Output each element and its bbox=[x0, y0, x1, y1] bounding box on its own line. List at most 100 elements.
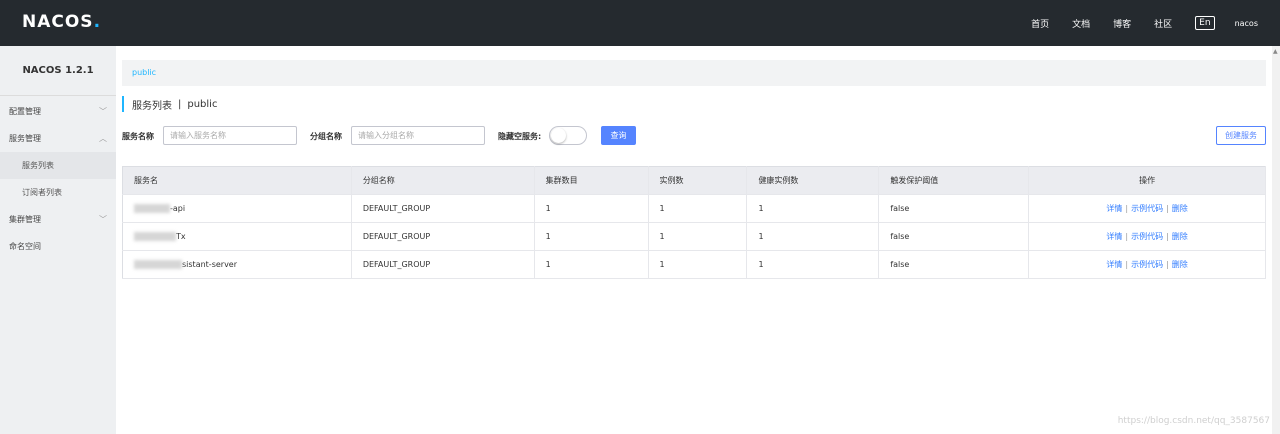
sidebar-item-subscribers[interactable]: 订阅者列表 bbox=[0, 179, 116, 206]
watermark: https://blog.csdn.net/qq_3587567 bbox=[1117, 416, 1270, 426]
cell-clusters: 1 bbox=[534, 222, 649, 251]
col-instance-count: 实例数 bbox=[648, 166, 748, 195]
col-service-name: 服务名 bbox=[122, 166, 352, 195]
group-name-label: 分组名称 bbox=[310, 132, 342, 141]
redacted-text bbox=[134, 204, 170, 213]
chevron-down-icon: ﹀ bbox=[99, 107, 107, 116]
service-name-text: -api bbox=[170, 204, 186, 213]
detail-link[interactable]: 详情 bbox=[1106, 204, 1122, 213]
sidebar-item-namespace[interactable]: 命名空间 bbox=[0, 233, 116, 260]
sidebar-item-cluster[interactable]: 集群管理 ﹀ bbox=[0, 206, 116, 233]
cell-threshold: false bbox=[878, 194, 1030, 223]
delete-link[interactable]: 删除 bbox=[1172, 260, 1188, 269]
cell-healthy: 1 bbox=[746, 250, 880, 279]
cell-service-name: Tx bbox=[122, 222, 352, 251]
sidebar: NACOS 1.2.1 配置管理 ﹀ 服务管理 ︿ 服务列表 订阅者列表 集群管… bbox=[0, 46, 116, 434]
action-sep: | bbox=[1125, 204, 1129, 213]
table-row: Tx DEFAULT_GROUP 1 1 1 false 详情 | 示例代码 | 删除 bbox=[122, 222, 1266, 251]
col-group-name: 分组名称 bbox=[351, 166, 535, 195]
filter-bar: 服务名称 分组名称 隐藏空服务: 查询 创建服务 bbox=[122, 126, 1266, 146]
cell-instances: 1 bbox=[648, 250, 748, 279]
page-title-namespace: public bbox=[187, 98, 218, 110]
delete-link[interactable]: 删除 bbox=[1172, 232, 1188, 241]
sidebar-item-config[interactable]: 配置管理 ﹀ bbox=[0, 98, 116, 125]
cell-group: DEFAULT_GROUP bbox=[351, 222, 535, 251]
col-threshold: 触发保护阈值 bbox=[878, 166, 1030, 195]
nav-community[interactable]: 社区 bbox=[1154, 17, 1172, 30]
page-title-text: 服务列表 bbox=[132, 100, 172, 112]
cell-service-name: -api bbox=[122, 194, 352, 223]
cell-instances: 1 bbox=[648, 194, 748, 223]
group-name-input[interactable] bbox=[351, 126, 485, 145]
service-name-input[interactable] bbox=[163, 126, 297, 145]
service-name-label: 服务名称 bbox=[122, 132, 154, 141]
cell-clusters: 1 bbox=[534, 194, 649, 223]
language-toggle[interactable]: En bbox=[1195, 16, 1215, 30]
cell-threshold: false bbox=[878, 250, 1030, 279]
scroll-up-icon[interactable]: ▲ bbox=[1273, 48, 1278, 55]
action-sep: | bbox=[1166, 260, 1169, 269]
sidebar-menu: 配置管理 ﹀ 服务管理 ︿ 服务列表 订阅者列表 集群管理 ﹀ 命名空间 bbox=[0, 96, 116, 260]
cell-instances: 1 bbox=[648, 222, 748, 251]
version-label: NACOS 1.2.1 bbox=[0, 46, 116, 96]
chevron-up-icon: ︿ bbox=[99, 134, 107, 143]
top-bar: NACOS. 首页 文档 博客 社区 En nacos bbox=[0, 0, 1280, 46]
sidebar-item-service[interactable]: 服务管理 ︿ bbox=[0, 125, 116, 152]
nav-blog[interactable]: 博客 bbox=[1113, 17, 1131, 30]
main-content: public 服务列表 | public 服务名称 分组名称 隐藏空服务: 查询… bbox=[122, 46, 1266, 434]
cell-clusters: 1 bbox=[534, 250, 649, 279]
chevron-down-icon: ﹀ bbox=[99, 215, 107, 224]
sidebar-item-service-list[interactable]: 服务列表 bbox=[0, 152, 116, 179]
action-sep: | bbox=[1125, 232, 1129, 241]
service-name-text: Tx bbox=[176, 232, 186, 241]
sidebar-item-label: 配置管理 bbox=[9, 107, 41, 116]
sample-code-link[interactable]: 示例代码 bbox=[1131, 260, 1163, 269]
title-separator: | bbox=[178, 98, 182, 110]
cell-healthy: 1 bbox=[746, 194, 880, 223]
vertical-scrollbar[interactable]: ▲ bbox=[1272, 46, 1280, 434]
logo-text: NACOS bbox=[22, 12, 94, 32]
detail-link[interactable]: 详情 bbox=[1106, 232, 1122, 241]
toggle-knob bbox=[551, 128, 566, 143]
col-actions: 操作 bbox=[1028, 166, 1266, 195]
service-table: 服务名 分组名称 集群数目 实例数 健康实例数 触发保护阈值 操作 -api D… bbox=[122, 166, 1266, 279]
hide-empty-toggle[interactable] bbox=[549, 126, 587, 145]
cell-actions: 详情 | 示例代码 | 删除 bbox=[1028, 194, 1266, 223]
nav-home[interactable]: 首页 bbox=[1031, 17, 1049, 30]
sample-code-link[interactable]: 示例代码 bbox=[1131, 204, 1163, 213]
sample-code-link[interactable]: 示例代码 bbox=[1131, 232, 1163, 241]
top-nav: 首页 文档 博客 社区 En nacos bbox=[1008, 0, 1258, 46]
breadcrumb-namespace[interactable]: public bbox=[132, 68, 156, 77]
service-name-text: sistant-server bbox=[182, 260, 238, 269]
redacted-text bbox=[134, 260, 182, 269]
detail-link[interactable]: 详情 bbox=[1106, 260, 1122, 269]
sidebar-item-label: 集群管理 bbox=[9, 215, 41, 224]
cell-healthy: 1 bbox=[746, 222, 880, 251]
nav-docs[interactable]: 文档 bbox=[1072, 17, 1090, 30]
create-service-button[interactable]: 创建服务 bbox=[1216, 126, 1266, 145]
nacos-logo[interactable]: NACOS. bbox=[22, 12, 101, 32]
col-cluster-count: 集群数目 bbox=[534, 166, 649, 195]
action-sep: | bbox=[1166, 232, 1169, 241]
cell-service-name: sistant-server bbox=[122, 250, 352, 279]
hide-empty-label: 隐藏空服务: bbox=[498, 132, 542, 141]
logo-dot: . bbox=[93, 12, 102, 32]
cell-actions: 详情 | 示例代码 | 删除 bbox=[1028, 222, 1266, 251]
delete-link[interactable]: 删除 bbox=[1172, 204, 1188, 213]
cell-threshold: false bbox=[878, 222, 1030, 251]
cell-group: DEFAULT_GROUP bbox=[351, 194, 535, 223]
redacted-text bbox=[134, 232, 176, 241]
sidebar-item-label: 服务管理 bbox=[9, 134, 41, 143]
col-healthy-count: 健康实例数 bbox=[746, 166, 880, 195]
query-button[interactable]: 查询 bbox=[601, 126, 636, 145]
cell-group: DEFAULT_GROUP bbox=[351, 250, 535, 279]
page-title: 服务列表 | public bbox=[122, 96, 217, 112]
sidebar-item-label: 命名空间 bbox=[9, 242, 41, 251]
action-sep: | bbox=[1166, 204, 1169, 213]
table-header-row: 服务名 分组名称 集群数目 实例数 健康实例数 触发保护阈值 操作 bbox=[122, 166, 1266, 195]
user-name[interactable]: nacos bbox=[1235, 19, 1258, 28]
action-sep: | bbox=[1125, 260, 1129, 269]
table-row: sistant-server DEFAULT_GROUP 1 1 1 false… bbox=[122, 250, 1266, 279]
table-row: -api DEFAULT_GROUP 1 1 1 false 详情 | 示例代码 | 删… bbox=[122, 194, 1266, 223]
breadcrumb: public bbox=[122, 60, 1266, 86]
